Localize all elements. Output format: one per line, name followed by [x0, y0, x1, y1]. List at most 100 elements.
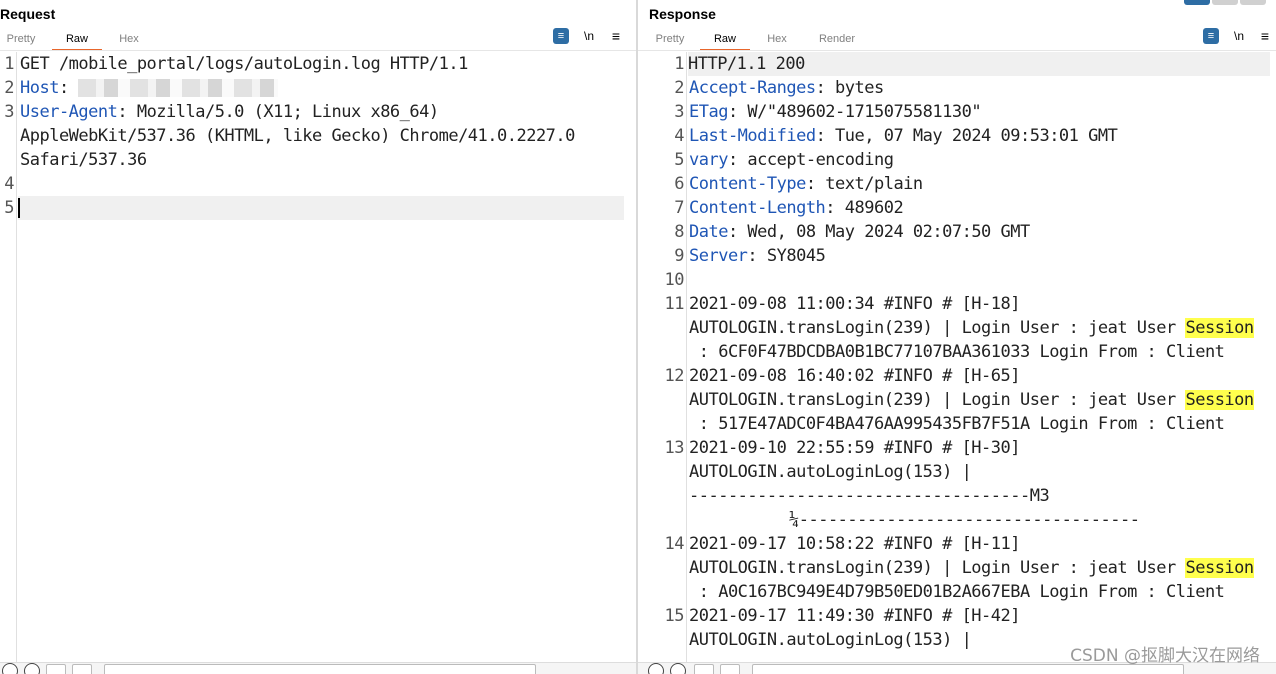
line-number: 2	[674, 78, 684, 98]
response-line: 2021-09-08 16:40:02 #INFO # [H-65]	[689, 366, 1021, 386]
header-key: User-Agent	[20, 102, 118, 122]
search-highlight: Session	[1185, 558, 1254, 578]
line-number: 8	[674, 222, 684, 242]
tab-hex[interactable]: Hex	[112, 31, 146, 49]
wrap-lines-icon[interactable]: ≡	[553, 28, 569, 44]
response-line: AUTOLOGIN.autoLoginLog(153) |	[689, 630, 972, 650]
response-title: Response	[649, 6, 716, 22]
request-bottom-bar	[0, 662, 636, 674]
line-number: 7	[674, 198, 684, 218]
line-number: 12	[664, 366, 685, 386]
header-key: Host	[20, 78, 59, 98]
log-text: AUTOLOGIN.transLogin(239) | Login User :…	[689, 558, 1186, 578]
current-line	[18, 196, 624, 220]
request-pane: Request Pretty Raw Hex ≡ \n ≡ 1 2 3 4 5 …	[0, 0, 636, 674]
layout-side-button[interactable]	[1184, 0, 1210, 5]
request-editor[interactable]: 1 2 3 4 5 GET /mobile_portal/logs/autoLo…	[0, 52, 636, 662]
response-line: -----------------------------------M3	[689, 486, 1050, 506]
response-line: AUTOLOGIN.transLogin(239) | Login User :…	[689, 388, 1254, 412]
line-number: 5	[4, 198, 14, 218]
tab-bar-divider	[0, 50, 636, 51]
response-line: Accept-Ranges: bytes	[689, 76, 884, 100]
header-value: : accept-encoding	[727, 150, 894, 170]
request-line: AppleWebKit/537.36 (KHTML, like Gecko) C…	[20, 126, 575, 146]
menu-icon[interactable]: ≡	[1257, 28, 1273, 44]
response-editor[interactable]: 1 2 3 4 5 6 7 8 9 10 11 12 13 14 15 HTTP…	[638, 52, 1276, 662]
line-number: 2	[4, 78, 14, 98]
header-sep: :	[58, 78, 79, 98]
header-value: : 489602	[825, 198, 904, 218]
tab-raw[interactable]: Raw	[52, 31, 102, 51]
settings-icon[interactable]	[24, 663, 40, 674]
line-number: 4	[674, 126, 684, 146]
settings-icon[interactable]	[670, 663, 686, 674]
tab-hex[interactable]: Hex	[760, 31, 794, 49]
header-key: Last-Modified	[689, 126, 816, 146]
line-number: 10	[664, 270, 685, 290]
header-value: : text/plain	[805, 174, 923, 194]
line-number: 15	[664, 606, 685, 626]
newline-icon[interactable]: \n	[581, 28, 597, 44]
log-text: AUTOLOGIN.transLogin(239) | Login User :…	[689, 318, 1186, 338]
response-line: : 517E47ADC0F4BA476AA995435FB7F51A Login…	[689, 414, 1225, 434]
current-line: HTTP/1.1 200	[688, 52, 1270, 76]
response-line: 2021-09-17 11:49:30 #INFO # [H-42]	[689, 606, 1021, 626]
back-button[interactable]	[46, 664, 66, 674]
header-key: Accept-Ranges	[689, 78, 816, 98]
header-key: vary	[689, 150, 728, 170]
line-number: 13	[664, 438, 685, 458]
search-input[interactable]	[104, 664, 536, 674]
search-highlight: Session	[1185, 390, 1254, 410]
header-value: : Mozilla/5.0 (X11; Linux x86_64)	[117, 102, 439, 122]
forward-button[interactable]	[720, 664, 740, 674]
line-number: 14	[664, 534, 685, 554]
back-button[interactable]	[694, 664, 714, 674]
line-number: 11	[664, 294, 685, 314]
header-key: Date	[689, 222, 728, 242]
layout-tab-button[interactable]	[1240, 0, 1266, 5]
request-line: User-Agent: Mozilla/5.0 (X11; Linux x86_…	[20, 100, 439, 124]
response-line: Last-Modified: Tue, 07 May 2024 09:53:01…	[689, 124, 1118, 148]
tab-bar-divider	[638, 50, 1276, 51]
menu-icon[interactable]: ≡	[608, 28, 624, 44]
response-line: 2021-09-10 22:55:59 #INFO # [H-30]	[689, 438, 1021, 458]
line-number: 3	[674, 102, 684, 122]
header-key: Content-Length	[689, 198, 826, 218]
help-icon[interactable]	[648, 663, 664, 674]
request-gutter: 1 2 3 4 5	[0, 52, 17, 662]
newline-icon[interactable]: \n	[1231, 28, 1247, 44]
wrap-lines-icon[interactable]: ≡	[1203, 28, 1219, 44]
response-line: AUTOLOGIN.transLogin(239) | Login User :…	[689, 316, 1254, 340]
header-key: ETag	[689, 102, 728, 122]
request-line: Safari/537.36	[20, 150, 147, 170]
layout-buttons	[1184, 0, 1266, 5]
help-icon[interactable]	[2, 663, 18, 674]
response-gutter: 1 2 3 4 5 6 7 8 9 10 11 12 13 14 15	[638, 52, 687, 662]
forward-button[interactable]	[72, 664, 92, 674]
tab-pretty[interactable]: Pretty	[4, 31, 38, 49]
response-line: 2021-09-08 11:00:34 #INFO # [H-18]	[689, 294, 1021, 314]
search-highlight: Session	[1185, 318, 1254, 338]
tab-raw[interactable]: Raw	[700, 31, 750, 51]
response-line: vary: accept-encoding	[689, 148, 894, 172]
line-number: 5	[674, 150, 684, 170]
log-text: AUTOLOGIN.transLogin(239) | Login User :…	[689, 390, 1186, 410]
text-cursor	[18, 198, 20, 218]
response-line: : 6CF0F47BDCDBA0B1BC77107BAA361033 Login…	[689, 342, 1225, 362]
redacted-host	[78, 79, 279, 97]
header-value: : bytes	[815, 78, 885, 98]
line-number: 6	[674, 174, 684, 194]
layout-stack-button[interactable]	[1212, 0, 1238, 5]
response-line: ETag: W/"489602-1715075581130"	[689, 100, 982, 124]
response-line: Date: Wed, 08 May 2024 02:07:50 GMT	[689, 220, 1030, 244]
response-line: Content-Type: text/plain	[689, 172, 923, 196]
response-line: AUTOLOGIN.transLogin(239) | Login User :…	[689, 556, 1254, 580]
header-value: : W/"489602-1715075581130"	[727, 102, 982, 122]
tab-render[interactable]: Render	[814, 31, 860, 49]
line-number: 9	[674, 246, 684, 266]
response-line: ¼-----------------------------------	[789, 510, 1140, 530]
tab-pretty[interactable]: Pretty	[652, 31, 688, 49]
line-number: 1	[674, 54, 684, 74]
header-key: Server	[689, 246, 748, 266]
response-toolbar: ≡ \n ≡	[1203, 28, 1275, 46]
